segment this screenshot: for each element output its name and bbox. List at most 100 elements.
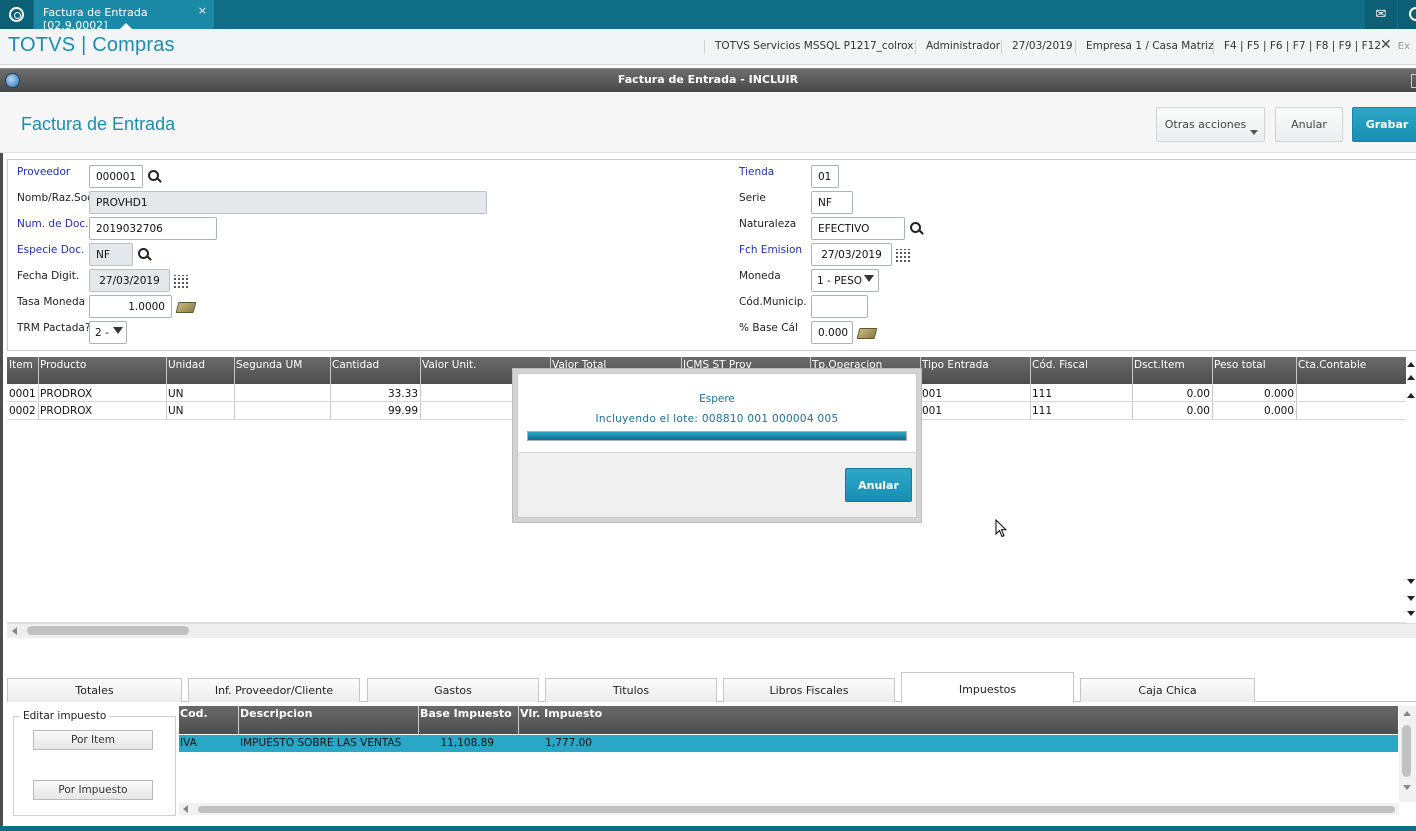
scroll-top-icon[interactable]: [1407, 362, 1415, 367]
tab-titulos[interactable]: Titulos: [545, 678, 717, 702]
hscroll-thumb[interactable]: [198, 806, 1395, 813]
cod-municip-field[interactable]: [811, 295, 868, 318]
window-title: Factura de Entrada - INCLUIR: [617, 73, 799, 86]
scroll-pageup-icon[interactable]: [1407, 375, 1415, 380]
scroll-down-icon[interactable]: [1403, 785, 1411, 790]
form-title: Factura de Entrada: [21, 114, 176, 134]
tasa-label: Tasa Moneda: [17, 296, 86, 308]
help-button[interactable]: [1398, 0, 1416, 29]
wait-dialog-title: Espere: [699, 393, 735, 405]
cell-producto: PRODROX: [40, 405, 93, 417]
company-info[interactable]: Empresa 1 / Casa Matriz: [1075, 40, 1224, 54]
user-info[interactable]: Administrador: [915, 40, 1010, 54]
dropdown-icon: [113, 327, 123, 334]
col-item[interactable]: Item: [9, 359, 33, 371]
calendar-icon[interactable]: [896, 249, 911, 262]
por-impuesto-button[interactable]: Por Impuesto: [33, 780, 153, 800]
tienda-field[interactable]: 01: [811, 165, 839, 188]
environment-info: TOTVS Servicios MSSQL P1217_colrox: [704, 40, 923, 54]
scroll-left-icon[interactable]: [183, 805, 188, 813]
fch-emision-field[interactable]: 27/03/2019: [811, 243, 892, 266]
col-producto[interactable]: Producto: [40, 359, 86, 371]
cell-item: 0002: [9, 405, 36, 417]
fecha-digit-field[interactable]: 27/03/2019: [89, 269, 170, 292]
col-descripcion[interactable]: Descripcion: [240, 707, 312, 720]
col-vlr-impuesto[interactable]: Vlr. Impuesto: [520, 707, 602, 720]
col-cod[interactable]: Cod.: [180, 707, 208, 720]
col-dsct-item[interactable]: Dsct.Item: [1134, 359, 1185, 371]
naturaleza-field[interactable]: EFECTIVO: [811, 217, 905, 240]
mouse-cursor-icon: [995, 519, 1007, 538]
anular-button[interactable]: Anular: [1275, 107, 1343, 142]
scroll-bottom-icon[interactable]: [1407, 611, 1415, 616]
close-icon: ✕: [1380, 37, 1392, 53]
shortcuts-info[interactable]: F4 | F5 | F6 | F7 | F8 | F9 | F12: [1213, 40, 1391, 54]
scroll-left-icon[interactable]: [12, 627, 17, 635]
proveedor-field[interactable]: 000001: [89, 165, 143, 188]
cell-producto: PRODROX: [40, 388, 93, 400]
base-cal-field[interactable]: 0.000: [811, 321, 853, 344]
home-icon: [9, 7, 24, 22]
calendar-icon[interactable]: [174, 275, 189, 288]
tasa-field[interactable]: 1.0000: [89, 295, 172, 318]
nomb-field[interactable]: PROVHD1: [89, 191, 487, 214]
tienda-label: Tienda: [739, 166, 775, 178]
wait-dialog-anular-button[interactable]: Anular: [845, 468, 912, 502]
money-icon[interactable]: [175, 302, 197, 313]
base-cal-label: % Base Cál: [739, 322, 798, 334]
vscroll-thumb[interactable]: [1402, 725, 1411, 777]
por-item-button[interactable]: Por Item: [33, 730, 153, 750]
scroll-pagedown-icon[interactable]: [1407, 596, 1415, 601]
cell-unidad: UN: [168, 405, 184, 417]
col-unidad[interactable]: Unidad: [168, 359, 205, 371]
tab-libros-fiscales[interactable]: Libros Fiscales: [723, 678, 895, 702]
cell-dsct: 0.00: [1186, 388, 1210, 400]
search-icon[interactable]: [148, 170, 161, 183]
col-segunda-um[interactable]: Segunda UM: [236, 359, 302, 371]
col-peso-total[interactable]: Peso total: [1214, 359, 1266, 371]
items-grid-hscrollbar[interactable]: [7, 623, 1416, 638]
otras-acciones-button[interactable]: Otras acciones: [1156, 107, 1265, 142]
tab-gastos[interactable]: Gastos: [367, 678, 539, 702]
scroll-down-icon[interactable]: [1407, 579, 1415, 584]
col-base-impuesto[interactable]: Base Impuesto: [420, 707, 512, 720]
tab-factura-de-entrada[interactable]: Factura de Entrada [02.9.0002] ×: [34, 0, 214, 32]
scroll-up-icon[interactable]: [1407, 393, 1415, 398]
tab-totales[interactable]: Totales: [7, 678, 182, 702]
numdoc-field[interactable]: 2019032706: [89, 217, 217, 240]
cell-item: 0001: [9, 388, 36, 400]
search-icon[interactable]: [138, 248, 151, 261]
close-icon[interactable]: ×: [198, 4, 207, 17]
cod-municip-label: Cód.Municip.: [739, 296, 807, 308]
cell-cod-fiscal: 111: [1032, 405, 1053, 417]
especie-field[interactable]: NF: [89, 243, 133, 266]
status-bar: [0, 826, 1416, 831]
serie-label: Serie: [739, 192, 766, 204]
numdoc-label: Num. de Doc.: [17, 218, 89, 230]
exit-button[interactable]: ✕ Ex: [1380, 37, 1410, 53]
home-button[interactable]: [0, 0, 33, 29]
money-icon[interactable]: [856, 328, 878, 339]
col-tipo-entrada[interactable]: Tipo Entrada: [922, 359, 989, 371]
mail-button[interactable]: ✉: [1365, 0, 1397, 29]
tab-inf-proveedor[interactable]: Inf. Proveedor/Cliente: [188, 678, 360, 702]
tab-impuestos[interactable]: Impuestos: [901, 672, 1074, 703]
fch-emision-label: Fch Emision: [739, 244, 803, 256]
trm-label: TRM Pactada?: [17, 322, 91, 334]
tab-caja-chica[interactable]: Caja Chica: [1080, 678, 1255, 702]
col-valor-unit[interactable]: Valor Unit.: [422, 359, 477, 371]
serie-field[interactable]: NF: [811, 191, 853, 214]
col-cod-fiscal[interactable]: Cód. Fiscal: [1032, 359, 1088, 371]
naturaleza-label: Naturaleza: [739, 218, 797, 230]
hscroll-thumb[interactable]: [27, 626, 189, 635]
cell-tipo-entrada: 001: [922, 388, 943, 400]
window-control[interactable]: [1411, 74, 1416, 88]
grabar-button[interactable]: Grabar: [1352, 107, 1416, 142]
search-icon[interactable]: [910, 222, 923, 235]
cell-cantidad: 99.99: [387, 405, 418, 417]
date-info[interactable]: 27/03/2019: [1001, 40, 1083, 54]
exit-label: Ex: [1397, 41, 1410, 52]
col-cantidad[interactable]: Cantidad: [332, 359, 379, 371]
scroll-up-icon[interactable]: [1403, 711, 1411, 716]
col-cta-contable[interactable]: Cta.Contable: [1298, 359, 1366, 371]
